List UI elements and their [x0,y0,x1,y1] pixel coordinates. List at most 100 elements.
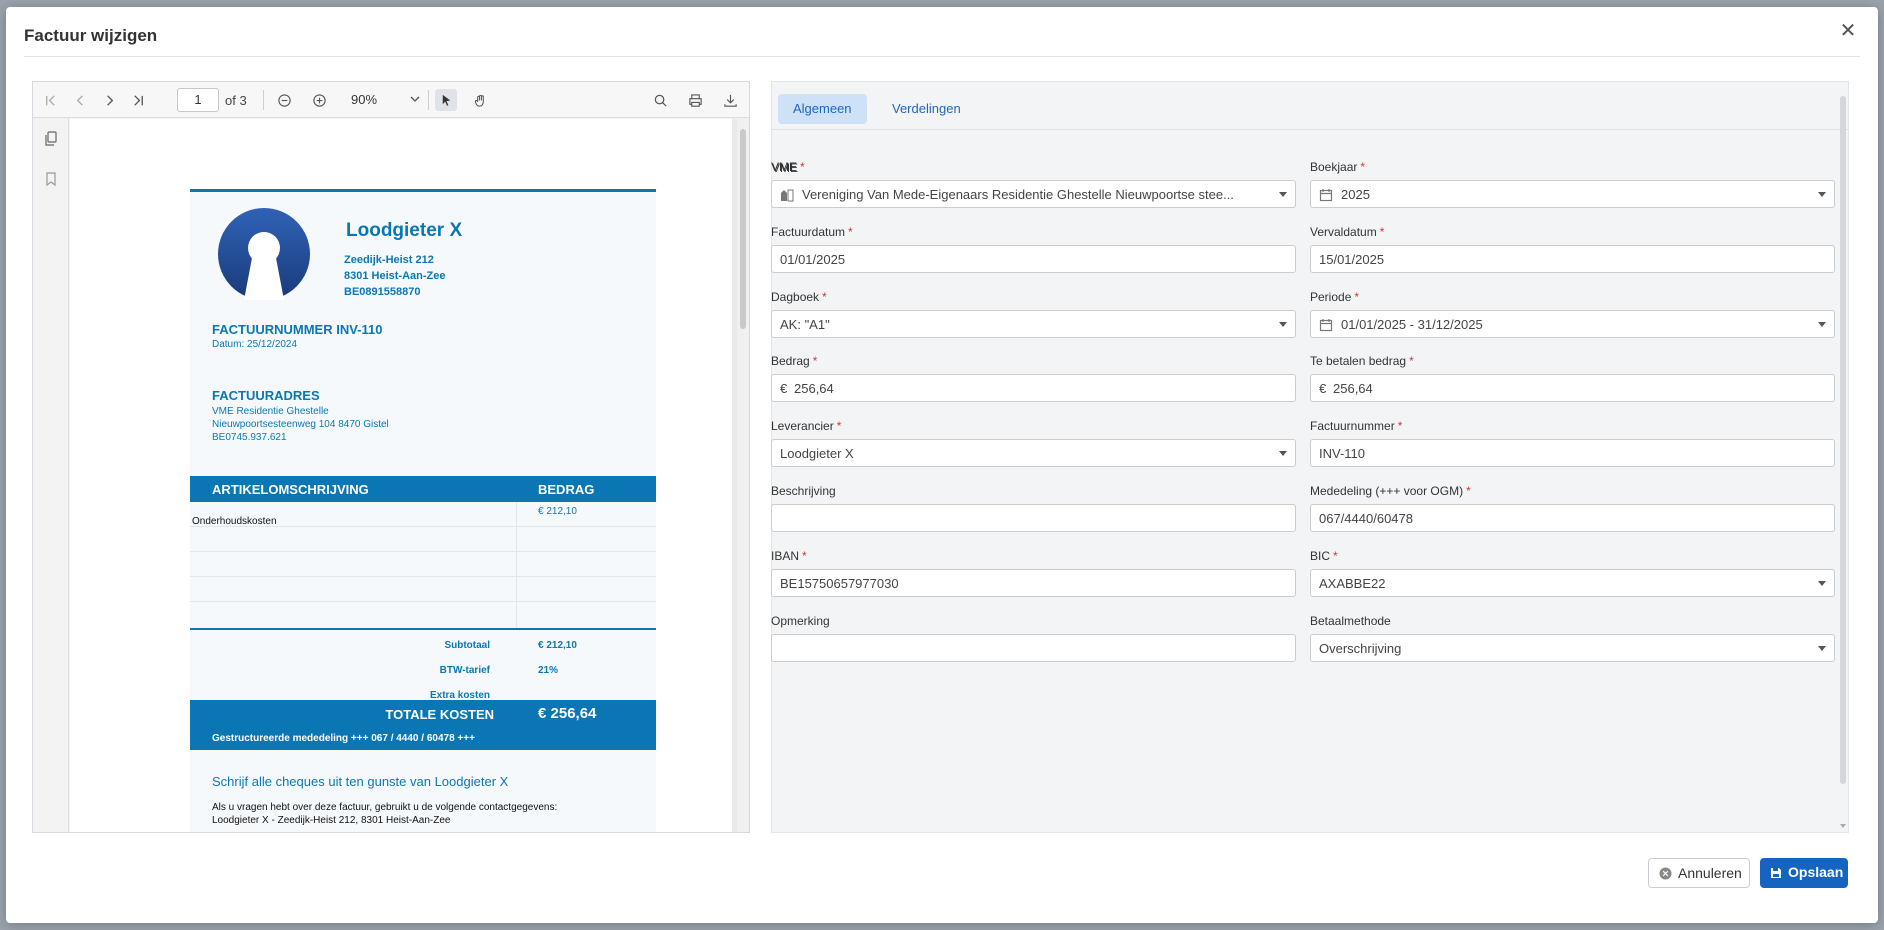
pdf-document-area[interactable]: Loodgieter X Zeedijk-Heist 212 8301 Heis… [70,119,738,832]
toolbar-divider [428,90,429,110]
contact-line: Loodgieter X - Zeedijk-Heist 212, 8301 H… [212,815,451,826]
table-row: Onderhoudskosten € 212,10 [190,502,656,527]
structured-communication: Gestructureerde mededeling +++ 067 / 444… [212,733,475,744]
zoom-out-icon[interactable] [273,89,295,111]
tab-verdelingen[interactable]: Verdelingen [877,94,976,124]
te-betalen-input[interactable]: € 256,64 [1310,374,1835,402]
last-page-icon[interactable] [127,89,149,111]
pdf-scrollbar-thumb[interactable] [740,129,746,329]
betaalmethode-label: Betaalmethode [1310,614,1391,628]
company-address-line: Zeedijk-Heist 212 [344,254,434,266]
zoom-select[interactable]: 90% [351,90,423,110]
subtotal-label: Subtotaal [444,640,490,651]
table-row [190,602,656,627]
pdf-toolbar: 1 of 3 90% [33,82,749,118]
chevron-down-icon [1279,451,1287,456]
opmerking-input[interactable] [771,634,1296,662]
search-icon[interactable] [649,89,671,111]
vme-select[interactable]: Vereniging Van Mede-Eigenaars Residentie… [771,180,1296,208]
bic-select[interactable]: AXABBE22 [1310,569,1835,597]
bedrag-input[interactable]: € 256,64 [771,374,1296,402]
scroll-down-icon[interactable] [1838,822,1848,830]
save-icon [1771,868,1781,878]
mededeling-value: 067/4440/60478 [1319,511,1413,526]
opmerking-label: Opmerking [771,614,830,628]
next-page-icon[interactable] [98,89,120,111]
page-number-input[interactable]: 1 [177,88,219,112]
bic-label: BIC * [1310,549,1338,563]
chevron-down-icon [1818,322,1826,327]
mededeling-label: Mededeling (+++ voor OGM) * [1310,484,1471,498]
total-value: € 256,64 [538,705,597,722]
factuurnummer-value: INV-110 [1319,446,1366,461]
table-bottom-rule [190,628,656,630]
modal-header: Factuur wijzigen ✕ [6,7,1878,57]
mededeling-input[interactable]: 067/4440/60478 [1310,504,1835,532]
vervaldatum-input[interactable]: 15/01/2025 [1310,245,1835,273]
billing-address-line: Nieuwpoortsesteenweg 104 8470 Gistel [212,419,389,430]
modal-title: Factuur wijzigen [24,26,158,45]
zoom-value: 90% [351,92,378,107]
vat-value: 21% [538,665,559,676]
vat-label: BTW-tarief [439,665,490,676]
boekjaar-value: 2025 [1341,187,1370,202]
header-divider [24,56,1860,57]
save-button[interactable]: Opslaan [1760,858,1848,888]
thumbnails-icon[interactable] [42,130,60,148]
close-icon[interactable]: ✕ [1836,19,1860,43]
column-description: ARTIKELOMSCHRIJVING [212,482,369,497]
boekjaar-select[interactable]: 2025 [1310,180,1835,208]
boekjaar-label: Boekjaar * [1310,160,1366,174]
vme-label: VME * [771,160,805,174]
euro-icon: € [1319,381,1327,396]
pdf-scrollbar[interactable] [737,119,749,832]
dagboek-label: Dagboek * [771,290,827,304]
chevron-down-icon [1818,192,1826,197]
iban-input[interactable]: BE15750657977030 [771,569,1296,597]
subtotal-value: € 212,10 [538,640,577,651]
factuurdatum-value: 01/01/2025 [780,252,846,267]
chevron-down-icon [1279,322,1287,327]
vervaldatum-value: 15/01/2025 [1319,252,1385,267]
invoice-document: Loodgieter X Zeedijk-Heist 212 8301 Heis… [190,189,656,832]
tab-algemeen[interactable]: Algemeen [778,94,867,124]
cancel-button[interactable]: Annuleren [1648,858,1750,888]
print-icon[interactable] [684,89,706,111]
leverancier-select[interactable]: Loodgieter X [771,439,1296,467]
factuurdatum-input[interactable]: 01/01/2025 [771,245,1296,273]
download-icon[interactable] [719,89,741,111]
factuurnummer-input[interactable]: INV-110 [1310,439,1835,467]
bookmark-icon[interactable] [42,170,60,188]
invoice-number: FACTUURNUMMER INV-110 [212,322,383,337]
table-row [190,577,656,602]
invoice-date: Datum: 25/12/2024 [212,339,298,350]
bedrag-label: Bedrag * [771,354,818,368]
beschrijving-input[interactable] [771,504,1296,532]
form-tabs: Algemeen Verdelingen [772,82,1848,130]
cancel-circle-icon [1659,867,1672,880]
betaalmethode-value: Overschrijving [1319,641,1402,656]
select-pointer-icon[interactable] [435,89,457,111]
company-name: Loodgieter X [346,220,463,241]
factuurnummer-label: Factuurnummer * [1310,419,1403,433]
building-icon [781,189,794,202]
dagboek-value: AK: "A1" [780,317,830,332]
company-address-line: 8301 Heist-Aan-Zee [344,270,446,282]
contact-line: Als u vragen hebt over deze factuur, geb… [212,802,558,813]
euro-icon: € [780,381,788,396]
company-logo [218,208,310,300]
dagboek-select[interactable]: AK: "A1" [771,310,1296,338]
chevron-down-icon [410,96,420,102]
save-label: Opslaan [1788,864,1844,880]
periode-select[interactable]: 01/01/2025 - 31/12/2025 [1310,310,1835,338]
company-vat-number: BE0891558870 [344,286,421,298]
table-column-divider [516,502,517,628]
hand-pan-icon[interactable] [469,89,491,111]
betaalmethode-select[interactable]: Overschrijving [1310,634,1835,662]
zoom-in-icon[interactable] [308,89,330,111]
table-row [190,527,656,552]
first-page-icon[interactable] [39,89,61,111]
form-scrollbar[interactable] [1840,96,1846,784]
previous-page-icon[interactable] [69,89,91,111]
iban-label: IBAN * [771,549,807,563]
